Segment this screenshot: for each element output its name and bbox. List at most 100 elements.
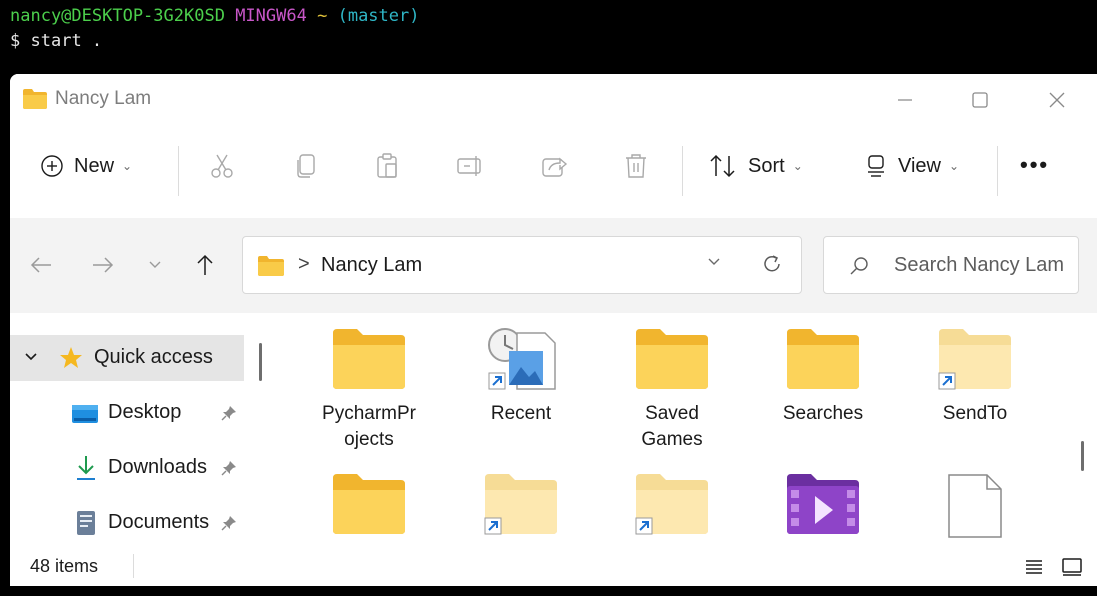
folder-icon [22, 88, 48, 115]
forward-button[interactable] [88, 250, 118, 280]
sidebar-scrollbar[interactable] [259, 343, 262, 381]
chevron-down-icon: ⌄ [792, 159, 803, 173]
file-item-recent[interactable]: Recent [456, 313, 586, 463]
minimize-button[interactable] [876, 82, 934, 118]
copy-button[interactable] [292, 146, 320, 186]
cut-button[interactable] [208, 146, 236, 186]
command-bar: New ⌄ Sort ⌄ View ⌄ ••• [10, 124, 1097, 218]
close-button[interactable] [1028, 82, 1086, 118]
arrow-right-icon [93, 257, 114, 273]
file-item-folder[interactable] [304, 458, 434, 546]
details-view-button[interactable] [1021, 554, 1047, 580]
recent-shortcut-icon [488, 328, 556, 390]
new-button[interactable]: New ⌄ [40, 146, 132, 186]
up-button[interactable] [190, 250, 220, 280]
recent-locations-button[interactable] [140, 250, 170, 280]
close-icon [1049, 92, 1065, 108]
chevron-down-icon: ⌄ [949, 159, 960, 173]
paste-icon [377, 153, 397, 178]
file-item-videos[interactable] [758, 458, 888, 546]
sidebar-item-documents[interactable]: Documents [10, 500, 244, 546]
item-count: 48 items [30, 556, 99, 576]
sort-icon [710, 154, 735, 178]
toolbar-divider [682, 146, 683, 196]
folder-icon [333, 329, 405, 389]
toolbar-divider [997, 146, 998, 196]
maximize-button[interactable] [951, 82, 1009, 118]
videos-folder-icon [787, 474, 859, 534]
chevron-down-icon [149, 261, 161, 268]
new-label: New [74, 154, 115, 177]
address-bar[interactable]: > Nancy Lam [242, 236, 802, 294]
sort-button[interactable]: Sort ⌄ [708, 146, 803, 186]
toolbar-divider [178, 146, 179, 196]
status-divider [133, 554, 134, 578]
refresh-icon [764, 255, 780, 272]
folder-shortcut-icon [635, 474, 708, 535]
search-box[interactable]: Search Nancy Lam [823, 236, 1079, 294]
trash-icon [626, 154, 646, 178]
desktop-icon [72, 405, 98, 423]
navigation-pane: Quick access Desktop Downloads Documents [10, 313, 275, 546]
paste-button[interactable] [374, 146, 402, 186]
file-item-searches[interactable]: Searches [758, 313, 888, 463]
minimize-icon [898, 99, 912, 101]
folder-icon [333, 474, 405, 534]
file-item-label: PycharmPr ojects [322, 403, 416, 450]
arrow-up-icon [197, 254, 213, 275]
terminal-system: MINGW64 [235, 6, 307, 26]
file-item-file[interactable] [910, 458, 1040, 546]
file-icon [948, 474, 1002, 538]
star-icon [60, 347, 82, 368]
plus-circle-icon [41, 155, 63, 177]
terminal-user-host: nancy@DESKTOP-3G2K0SD [10, 6, 225, 26]
sidebar-item-label: Documents [108, 511, 210, 533]
folder-icon [636, 329, 708, 389]
chevron-down-icon: ⌄ [122, 159, 133, 173]
rename-button[interactable] [456, 146, 486, 186]
chevron-down-icon [708, 258, 720, 265]
file-item-pycharmprojects[interactable]: PycharmPr ojects [304, 313, 434, 463]
content-scrollbar[interactable] [1081, 441, 1084, 471]
address-history-button[interactable] [706, 255, 722, 273]
sidebar-item-desktop[interactable]: Desktop [10, 390, 244, 436]
terminal-command: start . [30, 31, 103, 51]
document-icon [77, 511, 95, 535]
back-button[interactable] [26, 250, 56, 280]
scissors-icon [211, 154, 233, 178]
sidebar-item-downloads[interactable]: Downloads [10, 445, 244, 491]
search-icon [848, 255, 870, 282]
folder-shortcut-icon [484, 474, 557, 535]
breadcrumb-location[interactable]: Nancy Lam [321, 254, 422, 277]
download-icon [77, 456, 95, 480]
share-button[interactable] [540, 146, 568, 186]
view-icon [868, 155, 884, 177]
view-button[interactable]: View ⌄ [864, 146, 959, 186]
pin-icon [221, 516, 236, 531]
arrow-left-icon [30, 257, 51, 273]
navigation-bar: > Nancy Lam Search Nancy Lam [10, 218, 1097, 313]
sidebar-item-label: Quick access [94, 346, 213, 368]
terminal-branch: (master) [337, 6, 420, 26]
delete-button[interactable] [622, 146, 650, 186]
copy-icon [297, 154, 315, 178]
view-label: View [898, 154, 941, 177]
file-item-sendto[interactable]: SendTo [910, 313, 1040, 463]
file-item-folder-shortcut[interactable] [456, 458, 586, 546]
pin-icon [221, 461, 236, 476]
sidebar-item-quick-access[interactable]: Quick access [10, 335, 244, 381]
file-item-saved-games[interactable]: Saved Games [607, 313, 737, 463]
sidebar-item-label: Desktop [108, 401, 182, 423]
folder-icon [787, 329, 859, 389]
file-item-label: Saved Games [641, 403, 703, 450]
more-options-button[interactable]: ••• [1020, 152, 1049, 178]
large-icons-view-button[interactable] [1059, 554, 1085, 580]
terminal-command-line: $ start . [10, 31, 102, 51]
file-item-label: Recent [490, 403, 552, 424]
sidebar-item-label: Downloads [108, 456, 207, 478]
refresh-button[interactable] [761, 253, 783, 280]
terminal-prompt-line: nancy@DESKTOP-3G2K0SD MINGW64 ~ (master) [10, 6, 419, 26]
file-item-folder-shortcut[interactable] [607, 458, 737, 546]
ellipsis-icon: ••• [1020, 152, 1050, 177]
search-input[interactable]: Search Nancy Lam [894, 254, 1064, 277]
